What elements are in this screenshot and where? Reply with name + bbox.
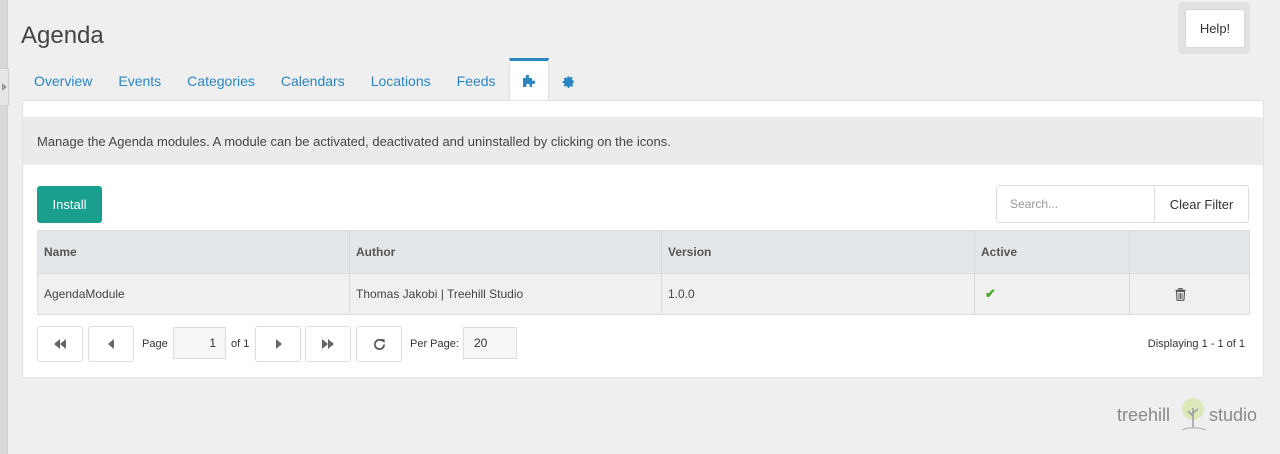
chevron-right-icon	[1, 83, 7, 91]
clear-filter-button[interactable]: Clear Filter	[1154, 185, 1249, 223]
tab-categories[interactable]: Categories	[174, 58, 268, 101]
help-button[interactable]: Help!	[1185, 9, 1245, 48]
page-count-label: of 1	[231, 338, 250, 350]
double-chevron-right-icon	[322, 339, 334, 349]
page-number-input[interactable]	[173, 327, 226, 359]
check-icon[interactable]: ✔	[981, 286, 996, 302]
last-page-button[interactable]	[305, 326, 351, 362]
first-page-button[interactable]	[37, 326, 83, 362]
info-message: Manage the Agenda modules. A module can …	[23, 117, 1263, 165]
chevron-left-icon	[107, 339, 114, 349]
sidebar-toggle[interactable]	[0, 68, 9, 106]
trash-icon[interactable]	[1175, 287, 1186, 301]
cell-version: 1.0.0	[662, 274, 975, 314]
tab-calendars[interactable]: Calendars	[268, 58, 358, 101]
tab-modules[interactable]	[508, 58, 549, 101]
page-title: Agenda	[21, 22, 104, 49]
treehill-studio-logo: treehill studio	[1117, 398, 1267, 434]
refresh-icon	[373, 338, 385, 350]
column-header-name[interactable]: Name	[38, 231, 350, 273]
brand-text-left: treehill	[1117, 405, 1171, 425]
modules-grid: Name Author Version Active AgendaModule …	[37, 230, 1250, 315]
grid-header: Name Author Version Active	[38, 231, 1249, 273]
column-header-author[interactable]: Author	[350, 231, 662, 273]
column-header-active[interactable]: Active	[975, 231, 1130, 273]
cell-active: ✔	[975, 274, 1130, 314]
table-row[interactable]: AgendaModule Thomas Jakobi | Treehill St…	[38, 273, 1249, 314]
cell-actions	[1130, 274, 1249, 314]
chevron-right-icon	[275, 339, 282, 349]
tab-feeds[interactable]: Feeds	[444, 58, 509, 101]
per-page-input[interactable]	[463, 327, 517, 359]
next-page-button[interactable]	[255, 326, 301, 362]
search-input[interactable]	[996, 185, 1154, 223]
tab-overview[interactable]: Overview	[21, 58, 105, 101]
tab-events[interactable]: Events	[105, 58, 174, 101]
per-page-label: Per Page:	[410, 338, 459, 350]
help-container: Help!	[1178, 2, 1250, 54]
tab-locations[interactable]: Locations	[358, 58, 444, 101]
prev-page-button[interactable]	[88, 326, 134, 362]
cell-name: AgendaModule	[38, 274, 350, 314]
refresh-button[interactable]	[356, 326, 402, 362]
brand-text-right: studio	[1209, 405, 1258, 425]
pagination-toolbar: Page of 1 Per Page: Displaying 1 - 1 of …	[37, 326, 1250, 362]
install-button[interactable]: Install	[37, 186, 102, 223]
gear-icon	[562, 75, 574, 88]
page-label: Page	[142, 338, 168, 350]
tree-icon	[1181, 398, 1207, 431]
modules-panel: Manage the Agenda modules. A module can …	[22, 100, 1264, 378]
tab-settings[interactable]	[549, 58, 588, 101]
puzzle-icon	[522, 74, 535, 87]
column-header-actions	[1130, 231, 1249, 273]
display-count: Displaying 1 - 1 of 1	[1147, 338, 1245, 350]
double-chevron-left-icon	[54, 339, 66, 349]
tab-bar: Overview Events Categories Calendars Loc…	[21, 58, 588, 101]
cell-author: Thomas Jakobi | Treehill Studio	[350, 274, 662, 314]
column-header-version[interactable]: Version	[662, 231, 975, 273]
